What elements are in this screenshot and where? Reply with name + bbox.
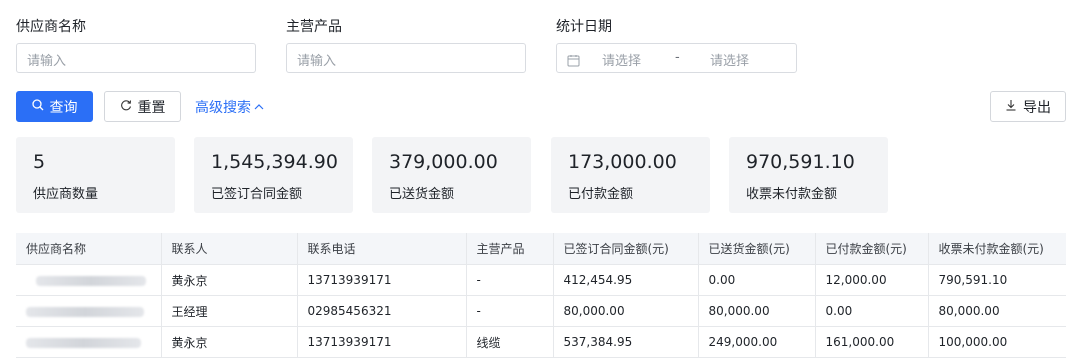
contract-amount-cell: 80,000.00 (553, 295, 699, 327)
delivered-amount-cell: 0.00 (698, 264, 816, 296)
supplier-table: 供应商名称 联系人 联系电话 主营产品 已签订合同金额(元) 已送货金额(元) … (16, 233, 1066, 358)
paid-amount-cell: 0.00 (815, 295, 929, 327)
query-button-label: 查询 (49, 99, 78, 116)
unpaid-amount-cell: 80,000.00 (928, 295, 1066, 327)
stat-value: 5 (33, 151, 46, 173)
column-header[interactable]: 已送货金额(元) (698, 233, 816, 265)
stat-value: 1,545,394.90 (211, 151, 338, 173)
stat-value: 379,000.00 (389, 151, 498, 173)
delivered-amount-cell: 80,000.00 (698, 295, 816, 327)
product-cell: 线缆 (466, 326, 554, 358)
main-product-placeholder: 请输入 (297, 54, 337, 69)
stat-value: 970,591.10 (746, 151, 855, 173)
export-button[interactable]: 导出 (990, 91, 1066, 122)
column-header[interactable]: 已付款金额(元) (815, 233, 929, 265)
main-product-input[interactable]: 请输入 (286, 43, 526, 73)
stat-card-contract-amount: 1,545,394.90 已签订合同金额 (194, 137, 353, 213)
stat-label: 已送货金额 (389, 187, 455, 202)
stat-label: 供应商数量 (33, 187, 99, 202)
stat-label: 收票未付款金额 (746, 187, 838, 202)
unpaid-amount-cell: 790,591.10 (928, 264, 1066, 296)
paid-amount-cell: 161,000.00 (815, 326, 929, 358)
phone-cell: 13713939171 (297, 264, 467, 296)
contact-cell: 黄永京 (161, 264, 298, 296)
supplier-name-label: 供应商名称 (16, 19, 86, 35)
contract-amount-cell: 412,454.95 (553, 264, 699, 296)
stat-value: 173,000.00 (568, 151, 677, 173)
supplier-name-placeholder: 请输入 (27, 54, 67, 69)
column-header[interactable]: 联系人 (161, 233, 298, 265)
search-icon (31, 98, 44, 115)
unpaid-amount-cell: 100,000.00 (928, 326, 1066, 358)
advanced-search-label: 高级搜索 (195, 100, 251, 116)
stat-date-range-picker[interactable]: 请选择 - 请选择 (556, 43, 797, 73)
reset-button-label: 重置 (137, 99, 166, 116)
date-range-separator: - (675, 50, 680, 65)
chevron-up-icon (254, 99, 264, 115)
supplier-name-cell-redacted (16, 264, 162, 296)
supplier-name-cell-redacted (16, 295, 162, 327)
main-product-label: 主营产品 (286, 19, 342, 35)
column-header[interactable]: 已签订合同金额(元) (553, 233, 699, 265)
stat-card-supplier-count: 5 供应商数量 (16, 137, 175, 213)
stat-card-invoiced-unpaid: 970,591.10 收票未付款金额 (729, 137, 888, 213)
phone-cell: 13713939171 (297, 326, 467, 358)
start-date-input[interactable]: 请选择 (602, 50, 641, 69)
refresh-icon (120, 99, 132, 115)
reset-button[interactable]: 重置 (104, 91, 181, 122)
contact-cell: 黄永京 (161, 326, 298, 358)
paid-amount-cell: 12,000.00 (815, 264, 929, 296)
table-header-row: 供应商名称 联系人 联系电话 主营产品 已签订合同金额(元) 已送货金额(元) … (16, 233, 1066, 265)
column-header[interactable]: 收票未付款金额(元) (928, 233, 1066, 265)
query-button[interactable]: 查询 (16, 91, 93, 122)
stat-label: 已付款金额 (568, 187, 634, 202)
product-cell: - (466, 264, 554, 296)
table-row[interactable]: 黄永京 13713939171 - 412,454.95 0.00 12,000… (16, 264, 1066, 296)
delivered-amount-cell: 249,000.00 (698, 326, 816, 358)
stat-card-paid-amount: 173,000.00 已付款金额 (551, 137, 710, 213)
table-row[interactable]: 黄永京 13713939171 线缆 537,384.95 249,000.00… (16, 326, 1066, 358)
download-icon (1005, 99, 1017, 115)
phone-cell: 02985456321 (297, 295, 467, 327)
stat-date-label: 统计日期 (556, 19, 612, 35)
calendar-icon (567, 52, 580, 71)
contact-cell: 王经理 (161, 295, 298, 327)
contract-amount-cell: 537,384.95 (553, 326, 699, 358)
supplier-name-input[interactable]: 请输入 (16, 43, 256, 73)
end-date-input[interactable]: 请选择 (710, 50, 749, 69)
product-cell: - (466, 295, 554, 327)
column-header[interactable]: 主营产品 (466, 233, 554, 265)
stat-card-delivered-amount: 379,000.00 已送货金额 (372, 137, 531, 213)
column-header[interactable]: 供应商名称 (16, 233, 162, 265)
supplier-name-cell-redacted (16, 326, 162, 358)
stat-label: 已签订合同金额 (211, 187, 303, 202)
column-header[interactable]: 联系电话 (297, 233, 467, 265)
table-row[interactable]: 王经理 02985456321 - 80,000.00 80,000.00 0.… (16, 295, 1066, 327)
advanced-search-link[interactable]: 高级搜索 (195, 97, 264, 117)
export-button-label: 导出 (1023, 99, 1051, 116)
